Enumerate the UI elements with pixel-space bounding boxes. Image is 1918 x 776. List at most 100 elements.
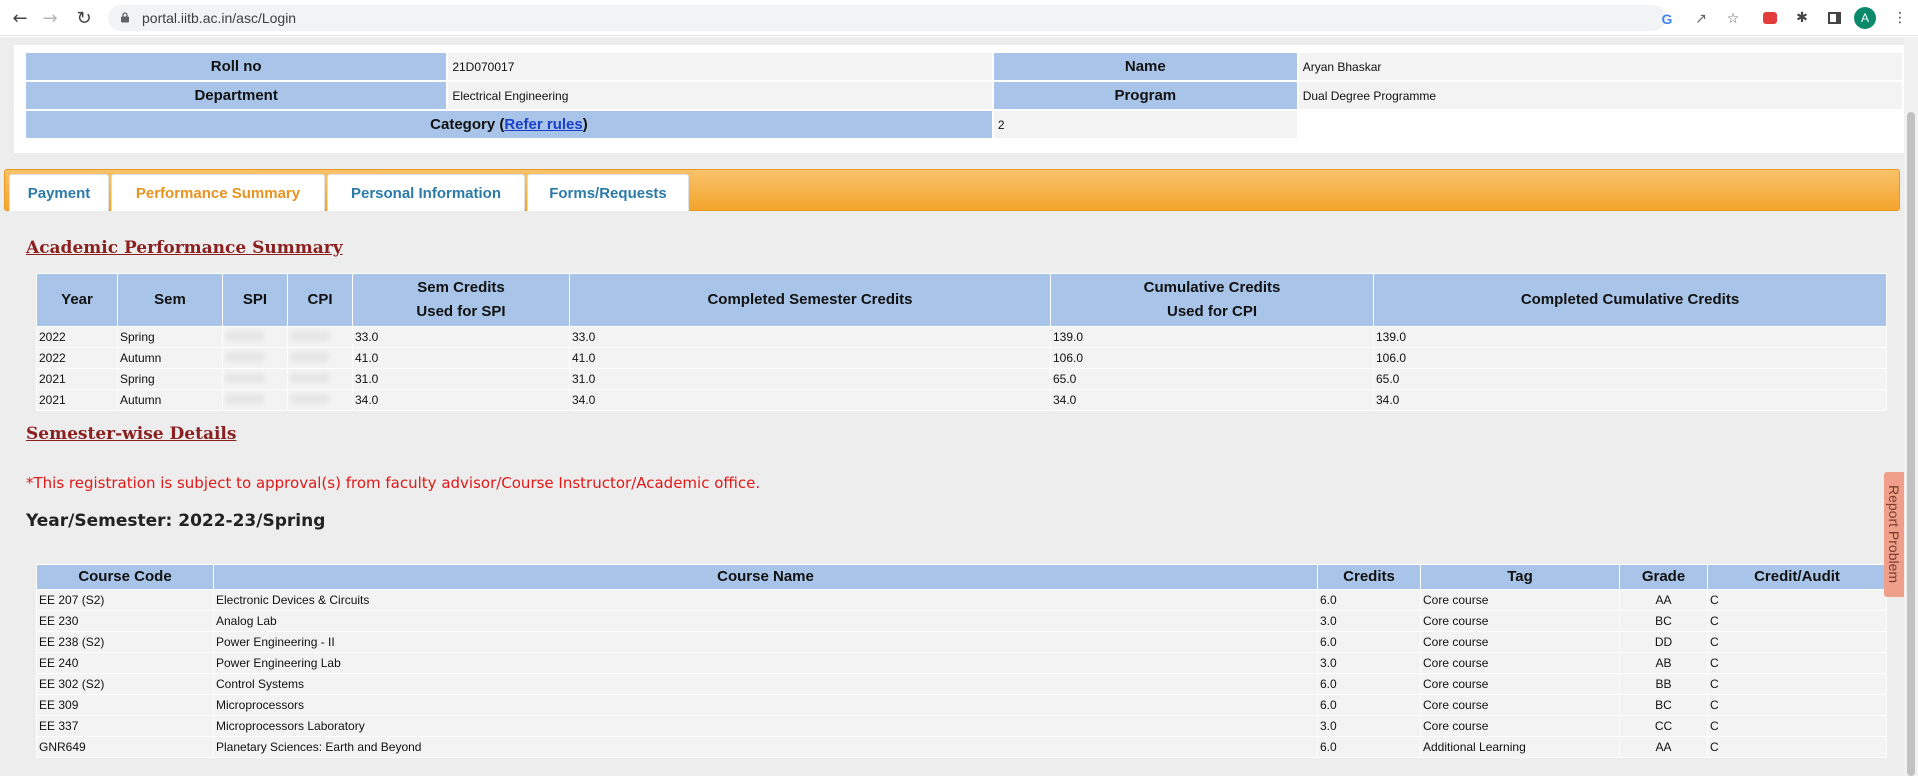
program-value: Dual Degree Programme [1298, 82, 1902, 109]
course-cell: Electronic Devices & Circuits [214, 590, 1317, 610]
name-label: Name [993, 53, 1297, 80]
address-bar[interactable]: portal.iitb.ac.in/asc/Login G ↗ ☆ [108, 5, 1739, 31]
course-cell: EE 309 [37, 695, 213, 715]
roll-value: 21D070017 [448, 53, 992, 80]
course-cell: EE 337 [37, 716, 213, 736]
bookmark-star-icon[interactable]: ☆ [1724, 10, 1742, 28]
summary-cell [288, 369, 352, 389]
summary-row: 2021 Autumn 34.0 34.0 34.0 34.0 [37, 390, 1886, 410]
course-cell: 3.0 [1318, 611, 1420, 631]
summary-cell: 34.0 [353, 390, 569, 410]
course-cell: 6.0 [1318, 695, 1420, 715]
tab-performance-summary[interactable]: Performance Summary [111, 174, 325, 211]
tab-forms-requests[interactable]: Forms/Requests [527, 174, 689, 211]
course-row: EE 230 Analog Lab 3.0 Core course BC C [37, 611, 1886, 631]
summary-cell: 139.0 [1051, 327, 1373, 347]
course-cell: AA [1620, 737, 1707, 757]
course-cell: Core course [1421, 632, 1619, 652]
category-value: 2 [993, 111, 1297, 138]
course-header: Course Code [37, 565, 213, 589]
summary-cell [223, 369, 287, 389]
reload-icon[interactable]: ↻ [72, 6, 96, 30]
course-header: Tag [1421, 565, 1619, 589]
year-semester-heading: Year/Semester: 2022-23/Spring [26, 511, 326, 531]
url-text: portal.iitb.ac.in/asc/Login [142, 10, 297, 26]
course-cell: 6.0 [1318, 632, 1420, 652]
summary-cell: 65.0 [1374, 369, 1886, 389]
department-value: Electrical Engineering [448, 82, 992, 109]
course-cell: Power Engineering Lab [214, 653, 1317, 673]
summary-cell: 2021 [37, 390, 117, 410]
redacted-value [290, 394, 330, 404]
course-cell: C [1708, 590, 1886, 610]
report-problem-button[interactable]: Report Problem [1884, 472, 1904, 597]
summary-cell: Spring [118, 327, 222, 347]
extensions-puzzle-icon[interactable]: ✱ [1792, 8, 1812, 28]
course-cell: C [1708, 716, 1886, 736]
summary-cell: Autumn [118, 348, 222, 368]
forward-icon[interactable]: → [38, 6, 62, 30]
summary-cell: 106.0 [1374, 348, 1886, 368]
course-table: Course Code Course Name Credits Tag Grad… [36, 564, 1887, 758]
google-icon[interactable]: G [1658, 10, 1676, 28]
course-cell: Core course [1421, 590, 1619, 610]
course-cell: 3.0 [1318, 716, 1420, 736]
course-cell: GNR649 [37, 737, 213, 757]
side-panel-icon[interactable] [1824, 8, 1844, 28]
menu-kebab-icon[interactable]: ⋮ [1890, 8, 1910, 28]
lock-icon [121, 12, 129, 23]
page-content: Roll no 21D070017 Name Aryan Bhaskar Dep… [0, 37, 1904, 776]
scrollbar-thumb[interactable] [1907, 112, 1915, 776]
profile-avatar[interactable]: A [1854, 7, 1876, 29]
course-cell: AB [1620, 653, 1707, 673]
summary-cell [223, 327, 287, 347]
course-cell: BC [1620, 611, 1707, 631]
summary-header: SPI [223, 274, 287, 326]
student-info: Roll no 21D070017 Name Aryan Bhaskar Dep… [14, 45, 1904, 153]
course-row: EE 238 (S2) Power Engineering - II 6.0 Core… [37, 632, 1886, 652]
summary-cell: 33.0 [353, 327, 569, 347]
summary-cell: 2022 [37, 327, 117, 347]
course-cell: Core course [1421, 716, 1619, 736]
course-cell: Analog Lab [214, 611, 1317, 631]
summary-cell [288, 327, 352, 347]
program-label: Program [993, 82, 1297, 109]
course-cell: EE 230 [37, 611, 213, 631]
tab-payment[interactable]: Payment [9, 174, 109, 211]
course-cell: 6.0 [1318, 737, 1420, 757]
page-scrollbar[interactable] [1904, 37, 1918, 776]
student-info-table: Roll no 21D070017 Name Aryan Bhaskar Dep… [24, 51, 1904, 140]
course-cell: C [1708, 653, 1886, 673]
share-icon[interactable]: ↗ [1692, 10, 1710, 28]
course-cell: DD [1620, 632, 1707, 652]
course-cell: 3.0 [1318, 653, 1420, 673]
summary-cell: 33.0 [570, 327, 1050, 347]
course-cell: 6.0 [1318, 590, 1420, 610]
back-icon[interactable]: ← [8, 6, 32, 30]
summary-header: Completed Semester Credits [570, 274, 1050, 326]
course-cell: C [1708, 737, 1886, 757]
course-cell: C [1708, 674, 1886, 694]
course-row: EE 337 Microprocessors Laboratory 3.0 Core … [37, 716, 1886, 736]
category-label: Category (Refer rules) [26, 111, 992, 138]
summary-cell: Autumn [118, 390, 222, 410]
summary-row: 2022 Autumn 41.0 41.0 106.0 106.0 [37, 348, 1886, 368]
summary-header: CPI [288, 274, 352, 326]
tab-personal-information[interactable]: Personal Information [327, 174, 525, 211]
course-header: Credit/Audit [1708, 565, 1886, 589]
refer-rules-link[interactable]: Refer rules [504, 116, 582, 133]
extension-red-icon[interactable] [1760, 8, 1780, 28]
summary-cell: 2021 [37, 369, 117, 389]
summary-cell: 139.0 [1374, 327, 1886, 347]
course-cell: Core course [1421, 653, 1619, 673]
summary-header: Cumulative Credits Used for CPI [1051, 274, 1373, 326]
summary-cell: 34.0 [1051, 390, 1373, 410]
course-header: Course Name [214, 565, 1317, 589]
course-cell: Microprocessors [214, 695, 1317, 715]
course-cell: C [1708, 611, 1886, 631]
course-cell: Core course [1421, 674, 1619, 694]
summary-header: Year [37, 274, 117, 326]
summary-cell: 31.0 [353, 369, 569, 389]
summary-header: Sem [118, 274, 222, 326]
course-row: EE 309 Microprocessors 6.0 Core course BC C [37, 695, 1886, 715]
